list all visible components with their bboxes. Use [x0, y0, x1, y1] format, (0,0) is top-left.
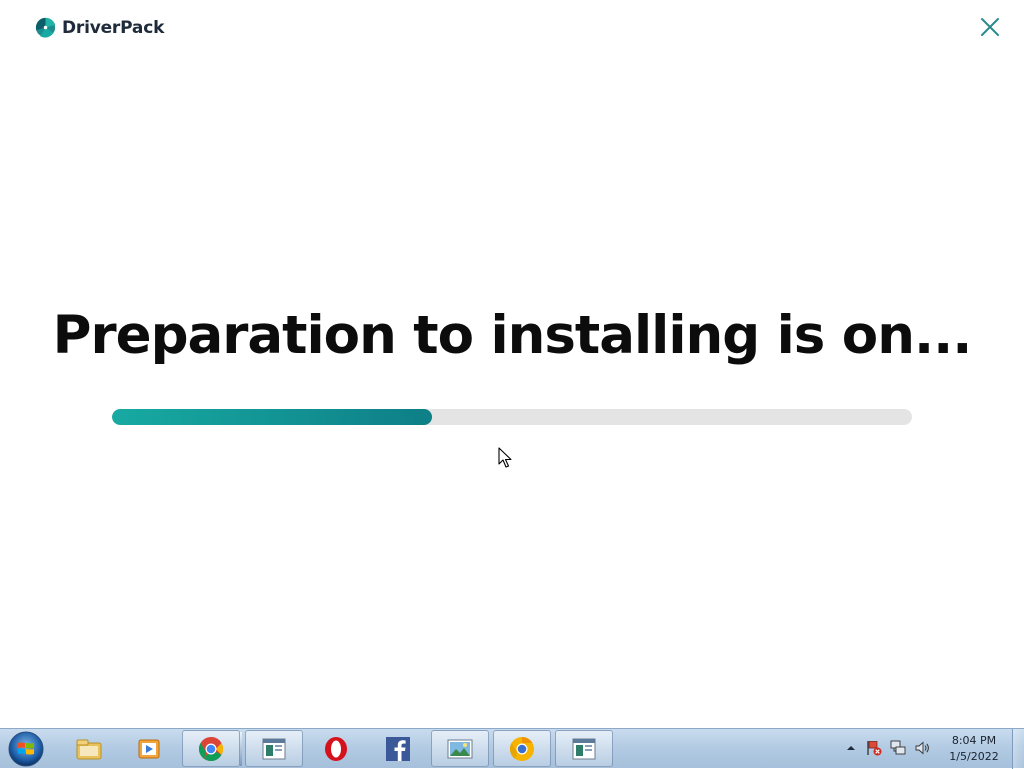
photo-viewer-icon	[447, 739, 473, 758]
tray-volume[interactable]	[914, 739, 932, 757]
clock-date: 1/5/2022	[949, 750, 999, 763]
taskbar-app-window-2[interactable]	[555, 730, 613, 767]
taskbar: 8:04 PM 1/5/2022	[0, 728, 1024, 769]
close-icon	[981, 18, 999, 36]
app-window-icon	[262, 738, 286, 759]
tray-show-hidden[interactable]	[842, 739, 860, 757]
tray-network[interactable]	[889, 739, 907, 757]
tray-action-center[interactable]	[865, 739, 883, 757]
taskbar-separator	[240, 732, 242, 766]
taskbar-clock[interactable]: 8:04 PM 1/5/2022	[942, 733, 1006, 765]
driverpack-logo-icon	[35, 17, 56, 38]
close-button[interactable]	[979, 16, 1001, 38]
taskbar-chrome-canary[interactable]	[493, 730, 551, 767]
taskbar-facebook[interactable]	[369, 730, 427, 767]
taskbar-app-window-1[interactable]	[245, 730, 303, 767]
windows-start-icon	[8, 731, 44, 767]
network-icon	[890, 740, 906, 755]
mouse-cursor-icon	[498, 447, 512, 468]
taskbar-media-player[interactable]	[120, 730, 178, 767]
taskbar-chrome[interactable]	[182, 730, 240, 767]
chrome-canary-icon	[509, 736, 534, 761]
taskbar-opera[interactable]	[307, 730, 365, 767]
action-center-flag-icon	[867, 741, 882, 756]
clock-time: 8:04 PM	[951, 734, 997, 747]
opera-icon	[325, 736, 347, 761]
progress-bar	[112, 409, 912, 425]
driverpack-window: DriverPack Preparation to installing is …	[0, 0, 1024, 728]
taskbar-windows-explorer[interactable]	[60, 730, 118, 767]
volume-icon	[915, 741, 929, 755]
show-desktop-button[interactable]	[1012, 729, 1024, 769]
media-player-icon	[138, 739, 160, 758]
start-button[interactable]	[6, 730, 46, 768]
status-headline: Preparation to installing is on...	[52, 305, 973, 366]
chrome-icon	[198, 736, 224, 761]
progress-bar-fill	[112, 409, 432, 425]
brand-name: DriverPack	[62, 17, 165, 38]
facebook-icon	[386, 736, 410, 761]
app-window-icon	[572, 738, 596, 759]
windows-explorer-icon	[76, 739, 102, 759]
taskbar-photo-viewer[interactable]	[431, 730, 489, 767]
brand-logo: DriverPack	[35, 17, 164, 38]
show-hidden-icons-arrow-icon	[847, 746, 855, 750]
